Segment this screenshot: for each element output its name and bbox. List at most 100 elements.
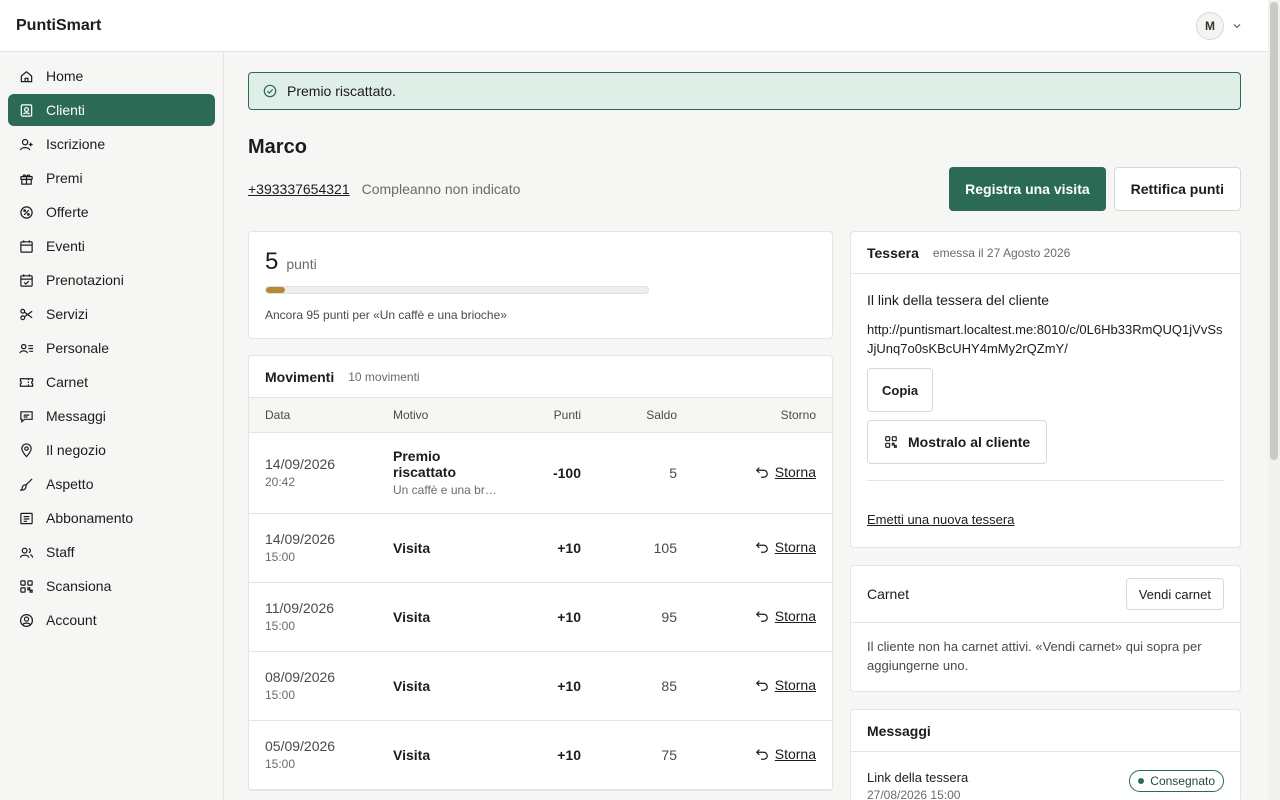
- sidebar-item-label: Iscrizione: [46, 136, 106, 152]
- column-header-reversal: Storno: [693, 398, 832, 433]
- row-balance: 75: [661, 746, 677, 763]
- copy-button[interactable]: Copia: [867, 368, 934, 412]
- sidebar-item-abbonamento[interactable]: Abbonamento: [8, 502, 215, 534]
- sidebar-item-label: Abbonamento: [46, 510, 134, 526]
- undo-icon: [755, 748, 768, 760]
- row-balance: 105: [653, 539, 677, 556]
- loyalty-card-body: Il link della tessera del cliente http:/…: [851, 274, 1240, 547]
- row-time: 15:00: [265, 550, 296, 564]
- scissors-icon: [18, 306, 34, 322]
- movements-title: Movimenti: [265, 368, 335, 385]
- table-row: 14/09/2026 20:42 Premio riscattato Un caff…: [249, 432, 832, 514]
- messages-title: Messaggi: [867, 722, 931, 739]
- card-link-url[interactable]: http://puntismart.localtest.me:8010/c/0L…: [867, 320, 1224, 358]
- message-title: Link della tessera: [867, 770, 969, 785]
- table-row: 11/09/2026 15:00 Visita +10 95 Storna: [249, 582, 832, 652]
- sidebar-item-label: Personale: [46, 340, 110, 356]
- carnet-title: Carnet: [867, 586, 910, 602]
- row-points: +10: [557, 746, 581, 763]
- right-column: Tessera emessa il 27 Agosto 2026 Il link…: [850, 231, 1241, 800]
- reverse-link[interactable]: Storna: [755, 464, 816, 480]
- show-to-customer-button[interactable]: Mostralo al cliente: [867, 420, 1048, 464]
- sidebar-item-prenotazioni[interactable]: Prenotazioni: [8, 264, 215, 296]
- qr-icon: [885, 436, 897, 448]
- movements-header: Movimenti 10 movimenti: [249, 356, 832, 398]
- row-balance: 95: [661, 608, 677, 625]
- message-icon: [18, 408, 34, 424]
- adjust-points-button[interactable]: Rettifica punti: [1113, 167, 1241, 211]
- sidebar-item-negozio[interactable]: Il negozio: [8, 434, 215, 466]
- sidebar-item-clienti[interactable]: Clienti: [8, 94, 215, 126]
- left-column: 5 punti Ancora 95 punti per «Un caffè e …: [248, 231, 833, 800]
- sidebar-item-label: Home: [46, 68, 84, 84]
- avatar[interactable]: M: [1196, 11, 1224, 40]
- table-row: 14/09/2026 15:00 Visita +10 105 Storna: [249, 513, 832, 583]
- messages-panel: Messaggi Link della tessera 27/08/2026 1…: [850, 709, 1241, 800]
- chevron-down-icon[interactable]: [1232, 21, 1242, 31]
- contacts-icon: [18, 102, 34, 118]
- points-value: 5: [265, 248, 279, 275]
- points-row: 5 punti: [265, 248, 816, 276]
- sidebar-item-carnet[interactable]: Carnet: [8, 366, 215, 398]
- issue-new-card-link[interactable]: Emetti una nuova tessera: [867, 512, 1014, 527]
- column-header-reason: Motivo: [377, 398, 517, 433]
- gift-icon: [18, 170, 34, 186]
- sidebar: Home Clienti Iscrizione Premi Offerte Ev…: [0, 52, 224, 800]
- user-menu[interactable]: M: [1196, 11, 1242, 40]
- reverse-link[interactable]: Storna: [755, 539, 816, 555]
- column-header-date: Data: [249, 398, 377, 433]
- sidebar-item-personale[interactable]: Personale: [8, 332, 215, 364]
- row-reason: Premio riscattato: [393, 448, 457, 480]
- team-icon: [18, 340, 34, 356]
- reverse-link[interactable]: Storna: [755, 677, 816, 693]
- row-balance: 5: [669, 464, 677, 481]
- sidebar-item-eventi[interactable]: Eventi: [8, 230, 215, 262]
- success-alert: Premio riscattato.: [248, 72, 1241, 110]
- sidebar-item-premi[interactable]: Premi: [8, 162, 215, 194]
- row-points: +10: [557, 608, 581, 625]
- home-icon: [18, 68, 34, 84]
- sidebar-item-messaggi[interactable]: Messaggi: [8, 400, 215, 432]
- scrollbar[interactable]: [1268, 0, 1280, 800]
- sidebar-item-iscrizione[interactable]: Iscrizione: [8, 128, 215, 160]
- top-bar: PuntiSmart M: [0, 0, 1268, 52]
- row-time: 15:00: [265, 619, 296, 633]
- reverse-link[interactable]: Storna: [755, 608, 816, 624]
- sidebar-item-home[interactable]: Home: [8, 60, 215, 92]
- brand-logo[interactable]: PuntiSmart: [16, 17, 101, 35]
- customer-meta: +393337654321 Compleanno non indicato: [248, 181, 520, 197]
- movements-table: Data Motivo Punti Saldo Storno 14/09/202…: [249, 398, 832, 790]
- reverse-link[interactable]: Storna: [755, 746, 816, 762]
- sidebar-item-scansiona[interactable]: Scansiona: [8, 570, 215, 602]
- sidebar-item-account[interactable]: Account: [8, 604, 215, 636]
- register-visit-button[interactable]: Registra una visita: [949, 167, 1106, 211]
- qr-icon: [18, 578, 34, 594]
- alert-text: Premio riscattato.: [287, 83, 396, 99]
- sidebar-item-aspetto[interactable]: Aspetto: [8, 468, 215, 500]
- receipt-icon: [18, 510, 34, 526]
- sidebar-item-staff[interactable]: Staff: [8, 536, 215, 568]
- message-item: Link della tessera 27/08/2026 15:00 Cons…: [851, 752, 1240, 800]
- sell-carnet-button[interactable]: Vendi carnet: [1125, 578, 1224, 610]
- points-unit: punti: [286, 256, 317, 272]
- check-circle-icon: [263, 84, 277, 98]
- location-pin-icon: [18, 442, 34, 458]
- phone-link[interactable]: +393337654321: [248, 181, 350, 197]
- points-note: Ancora 95 punti per «Un caffè e una brio…: [265, 308, 507, 322]
- main-content: Premio riscattato. Marco +393337654321 C…: [248, 52, 1241, 800]
- column-header-points: Punti: [517, 398, 597, 433]
- divider: [867, 480, 1224, 481]
- row-reason: Visita: [393, 746, 431, 763]
- scrollbar-thumb[interactable]: [1270, 2, 1278, 460]
- sidebar-item-offerte[interactable]: Offerte: [8, 196, 215, 228]
- sidebar-item-servizi[interactable]: Servizi: [8, 298, 215, 330]
- sidebar-item-label: Premi: [46, 170, 83, 186]
- row-points: +10: [557, 677, 581, 694]
- carnet-panel: Carnet Vendi carnet Il cliente non ha ca…: [850, 565, 1241, 692]
- loyalty-card-header: Tessera emessa il 27 Agosto 2026: [851, 232, 1240, 274]
- row-points: -100: [552, 464, 581, 481]
- table-row: 05/09/2026 15:00 Visita +10 75 Storna: [249, 720, 832, 790]
- ticket-icon: [18, 374, 34, 390]
- page-title: Marco: [248, 136, 307, 158]
- undo-icon: [755, 610, 768, 622]
